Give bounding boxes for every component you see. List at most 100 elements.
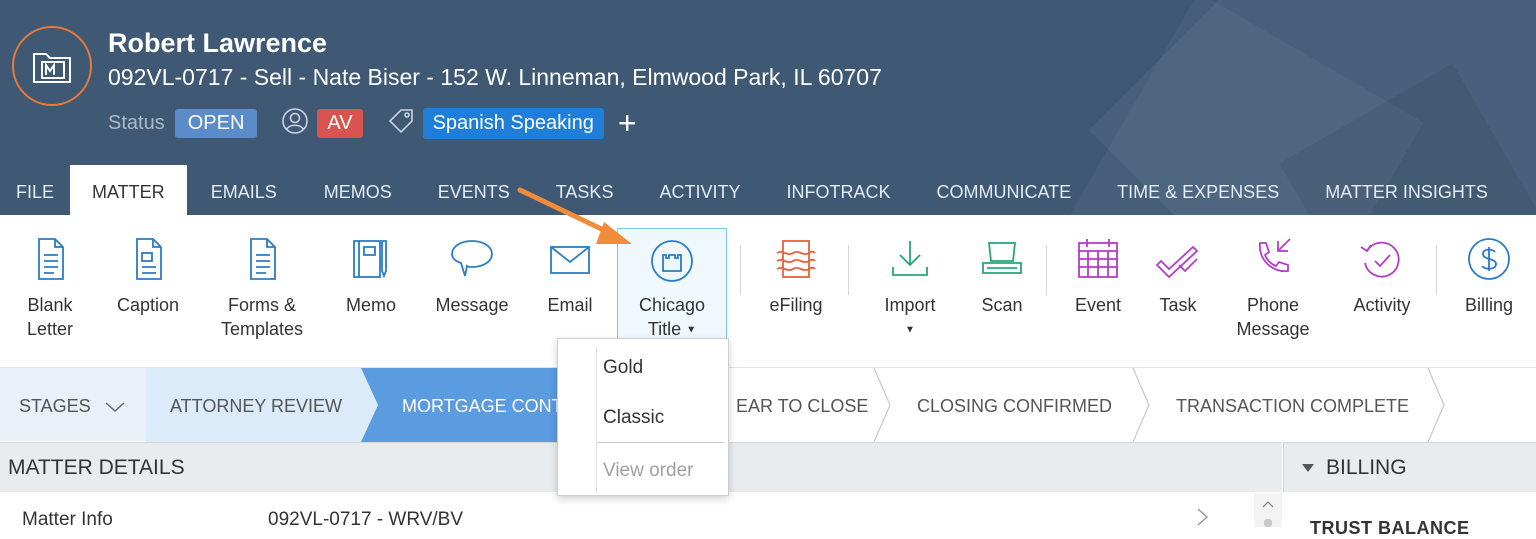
tab-bar: FILE MATTER EMAILS MEMOS EVENTS TASKS AC… bbox=[0, 165, 1511, 215]
dropdown-caret-icon: ▼ bbox=[686, 324, 697, 336]
dollar-icon bbox=[1468, 238, 1510, 280]
button-label: Memo bbox=[345, 295, 396, 315]
status-row: Status OPEN AV Spanish Speaking + bbox=[108, 106, 637, 140]
button-label: Templates bbox=[220, 319, 304, 339]
forms-templates-button[interactable]: Forms & Templates bbox=[212, 215, 312, 350]
client-name: Robert Lawrence bbox=[108, 28, 328, 58]
billing-button[interactable]: Billing bbox=[1454, 215, 1524, 350]
button-label: Import bbox=[884, 295, 936, 315]
billing-panel-header[interactable]: BILLING bbox=[1283, 442, 1536, 492]
button-label: Task bbox=[1159, 295, 1197, 315]
menu-divider bbox=[598, 442, 724, 443]
annotation-arrow-icon bbox=[517, 187, 632, 244]
button-label: Message bbox=[1236, 319, 1310, 339]
efiling-icon bbox=[776, 240, 816, 278]
menu-item-view-order: View order bbox=[603, 460, 694, 481]
tab-infotrack[interactable]: INFOTRACK bbox=[763, 165, 913, 215]
phone-message-button[interactable]: Phone Message bbox=[1228, 215, 1318, 350]
button-label: Letter bbox=[26, 319, 74, 339]
chevron-down-icon bbox=[105, 402, 125, 413]
button-label: Blank bbox=[27, 295, 73, 315]
button-label: Title bbox=[647, 319, 682, 339]
task-button[interactable]: Task bbox=[1150, 215, 1206, 350]
stage-transaction-complete[interactable]: TRANSACTION COMPLETE bbox=[1176, 368, 1409, 441]
button-label: Billing bbox=[1464, 295, 1514, 315]
stage-divider-icon bbox=[1427, 368, 1445, 442]
matter-header: Robert Lawrence 092VL-0717 - Sell - Nate… bbox=[0, 0, 1536, 215]
phone-icon bbox=[1259, 238, 1291, 272]
memo-button[interactable]: Memo bbox=[334, 215, 408, 350]
ribbon-separator bbox=[848, 245, 849, 295]
button-label: Message bbox=[435, 295, 509, 315]
matter-description: 092VL-0717 - Sell - Nate Biser - 152 W. … bbox=[108, 64, 882, 90]
ribbon-separator bbox=[1046, 245, 1047, 295]
tab-matter[interactable]: MATTER bbox=[70, 165, 187, 215]
menu-item-gold[interactable]: Gold bbox=[603, 357, 643, 379]
stage-clear-to-close[interactable]: EAR TO CLOSE bbox=[736, 368, 868, 441]
ribbon-separator bbox=[1436, 245, 1437, 295]
stages-label: STAGES bbox=[19, 396, 91, 416]
language-tag[interactable]: Spanish Speaking bbox=[422, 107, 604, 139]
button-label: Scan bbox=[981, 295, 1023, 315]
tag-icon bbox=[387, 107, 415, 140]
button-label: Chicago bbox=[638, 295, 706, 315]
blank-letter-button[interactable]: Blank Letter bbox=[10, 215, 90, 350]
efiling-button[interactable]: eFiling bbox=[760, 215, 832, 350]
tab-memos[interactable]: MEMOS bbox=[301, 165, 415, 215]
matter-ribbon: Blank Letter Caption Forms & Templates Mem… bbox=[0, 215, 1536, 367]
stages-bar: STAGES ATTORNEY REVIEW MORTGAGE CONT EAR… bbox=[0, 367, 1536, 442]
tab-matter-insights[interactable]: MATTER INSIGHTS bbox=[1302, 165, 1511, 215]
chicago-title-menu: Gold Classic View order bbox=[557, 338, 729, 496]
trust-balance-label: TRUST BALANCE bbox=[1310, 518, 1470, 538]
button-label: Forms & bbox=[227, 295, 296, 315]
matter-info-label: Matter Info bbox=[22, 509, 113, 530]
caption-document-icon bbox=[136, 238, 162, 280]
button-label: eFiling bbox=[769, 295, 823, 315]
person-icon bbox=[281, 107, 309, 140]
calendar-icon bbox=[1078, 239, 1118, 278]
status-label: Status bbox=[108, 111, 165, 134]
tab-file[interactable]: FILE bbox=[0, 165, 70, 215]
checkmark-icon bbox=[1155, 245, 1199, 279]
stage-divider-icon bbox=[873, 368, 891, 442]
tab-emails[interactable]: EMAILS bbox=[187, 165, 301, 215]
import-button[interactable]: Import ▼ bbox=[872, 215, 948, 350]
attorney-badge[interactable]: AV bbox=[317, 108, 363, 138]
button-label: Phone bbox=[1246, 295, 1300, 315]
notebook-icon bbox=[353, 240, 387, 279]
stage-divider-icon bbox=[1132, 368, 1150, 442]
stage-attorney-review[interactable]: ATTORNEY REVIEW bbox=[170, 368, 342, 441]
stages-toggle[interactable]: STAGES bbox=[0, 368, 146, 441]
activity-icon bbox=[1360, 241, 1400, 278]
status-badge[interactable]: OPEN bbox=[174, 108, 258, 138]
document-icon bbox=[250, 238, 276, 280]
message-button[interactable]: Message bbox=[428, 215, 516, 350]
menu-item-classic[interactable]: Classic bbox=[603, 407, 664, 429]
add-tag-icon[interactable]: + bbox=[618, 107, 637, 139]
matter-folder-icon bbox=[12, 26, 92, 106]
stage-closing-confirmed[interactable]: CLOSING CONFIRMED bbox=[917, 368, 1112, 441]
tab-communicate[interactable]: COMMUNICATE bbox=[913, 165, 1094, 215]
ribbon-separator bbox=[740, 245, 741, 295]
button-label: Activity bbox=[1353, 295, 1411, 315]
dropdown-caret-icon: ▼ bbox=[905, 324, 915, 336]
button-label: Event bbox=[1074, 295, 1122, 315]
billing-panel-title: BILLING bbox=[1326, 456, 1407, 479]
event-button[interactable]: Event bbox=[1064, 215, 1132, 350]
caption-button[interactable]: Caption bbox=[106, 215, 190, 350]
scan-button[interactable]: Scan bbox=[970, 215, 1034, 350]
matter-info-value: 092VL-0717 - WRV/BV bbox=[268, 509, 464, 530]
document-icon bbox=[38, 238, 64, 280]
collapse-triangle-icon[interactable] bbox=[1302, 464, 1314, 472]
scroll-up-icon[interactable] bbox=[1254, 493, 1282, 527]
download-icon bbox=[892, 241, 928, 276]
button-label: Email bbox=[547, 295, 593, 315]
button-label: Caption bbox=[116, 295, 180, 315]
stage-mortgage-contingency[interactable]: MORTGAGE CONT bbox=[402, 368, 563, 441]
chevron-right-icon[interactable] bbox=[1196, 505, 1210, 529]
menu-gutter bbox=[596, 347, 597, 493]
tab-time-expenses[interactable]: TIME & EXPENSES bbox=[1094, 165, 1302, 215]
speech-bubble-icon bbox=[451, 240, 493, 277]
activity-button[interactable]: Activity bbox=[1340, 215, 1424, 350]
scrollbar[interactable] bbox=[1254, 493, 1282, 527]
